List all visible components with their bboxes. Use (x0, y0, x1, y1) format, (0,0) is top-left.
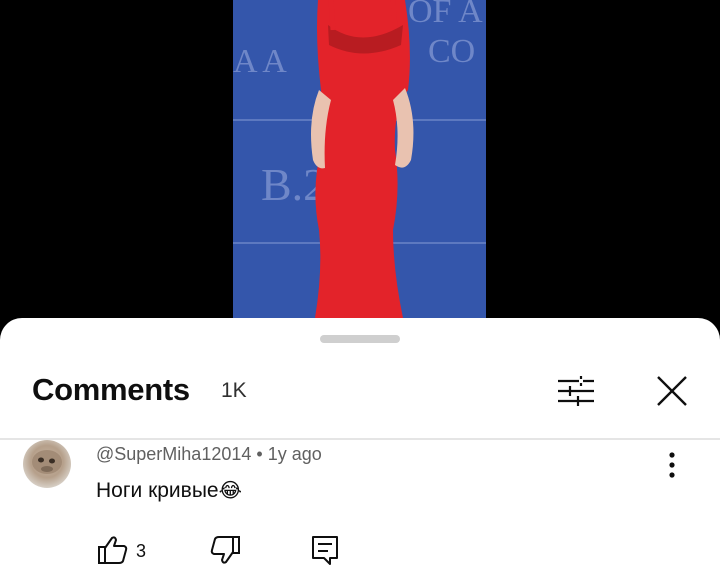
comment-text: Ноги кривые😂 (96, 478, 242, 503)
comment-meta: @SuperMiha12014 • 1y ago (96, 444, 322, 465)
drag-handle[interactable] (320, 335, 400, 343)
close-icon[interactable] (654, 373, 690, 409)
thumb-down-icon[interactable] (208, 534, 242, 566)
sliders-icon[interactable] (556, 373, 596, 409)
meta-separator: • (256, 444, 263, 464)
video-frame: OF A CO A A B.2 01 (233, 0, 486, 318)
comment-body: Ноги кривые (96, 479, 219, 502)
backdrop-text-mid: CO (428, 33, 475, 70)
thumb-up-icon[interactable] (96, 534, 130, 566)
laughing-emoji: 😂 (218, 480, 242, 502)
comment-time: 1y ago (267, 444, 322, 464)
comments-title: Comments (32, 372, 190, 407)
comments-sheet: Comments 1K @SuperMiha12014 • 1y ago Ног… (0, 318, 720, 586)
comments-count: 1K (221, 379, 247, 402)
video-player[interactable]: OF A CO A A B.2 01 (0, 0, 720, 330)
avatar[interactable] (23, 440, 71, 488)
comment-item: @SuperMiha12014 • 1y ago Ноги кривые😂 3 (0, 440, 720, 586)
reply-icon[interactable] (308, 534, 342, 566)
backdrop-text-top: OF A (408, 0, 483, 30)
vertical-dots-icon[interactable] (660, 450, 684, 480)
backdrop-text-left: A A (233, 43, 287, 80)
comment-author[interactable]: @SuperMiha12014 (96, 444, 251, 464)
like-count: 3 (136, 541, 147, 561)
video-still: OF A CO A A B.2 01 (233, 0, 486, 318)
